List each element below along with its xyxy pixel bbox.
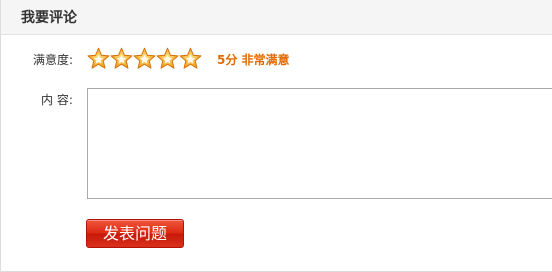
submit-button[interactable]: 发表问题	[86, 219, 184, 248]
star-icon[interactable]	[179, 47, 202, 70]
content-textarea[interactable]	[87, 88, 552, 199]
star-icon[interactable]	[133, 47, 156, 70]
panel-title: 我要评论	[21, 10, 77, 26]
comment-panel: 我要评论 满意度: 5分 非常满意 内 容: 发表问题	[0, 0, 552, 272]
star-icon[interactable]	[87, 47, 110, 70]
rating-label: 满意度:	[33, 53, 74, 67]
content-label: 内 容:	[41, 93, 73, 107]
star-icon[interactable]	[156, 47, 179, 70]
rating-text: 5分 非常满意	[217, 53, 290, 67]
rating-stars[interactable]	[87, 47, 202, 73]
star-icon[interactable]	[110, 47, 133, 70]
panel-header: 我要评论	[1, 0, 552, 35]
